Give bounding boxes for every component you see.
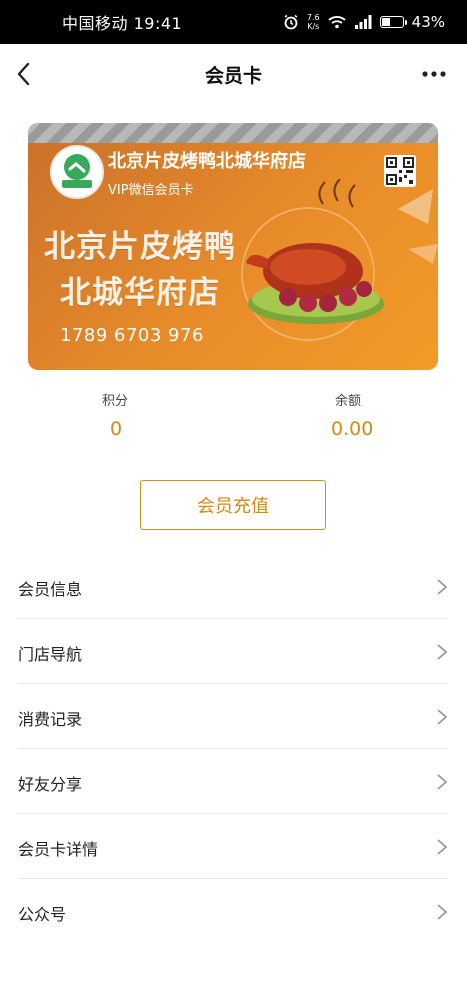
more-icon[interactable] [421,66,447,80]
menu-item-label: 好友分享 [18,775,83,794]
net-speed: 7.6 K/s [307,13,320,31]
menu-item-label: 消费记录 [18,710,83,729]
menu-item-member-info[interactable]: 会员信息 [18,554,448,619]
status-bar: 中国移动 19:41 7.6 K/s 43% [0,0,467,44]
menu-item-store-navigation[interactable]: 门店导航 [18,619,448,684]
menu-list: 会员信息 门店导航 消费记录 好友分享 会员卡详情 公众号 [0,554,467,944]
balance-value[interactable]: 0.00 [331,418,373,440]
menu-item-label: 会员卡详情 [18,840,99,859]
alarm-icon [283,14,299,30]
battery-icon [379,16,407,28]
carrier-time: 中国移动 19:41 [62,14,183,33]
page-title: 会员卡 [204,64,262,87]
chevron-right-icon [437,839,448,855]
chevron-right-icon [437,644,448,660]
menu-item-label: 门店导航 [18,645,83,664]
card-stripe [28,123,438,143]
card-store-name: 北京片皮烤鸭北城华府店 [108,151,306,172]
menu-item-label: 公众号 [18,905,67,924]
back-icon[interactable] [14,60,38,88]
menu-item-consumption-records[interactable]: 消费记录 [18,684,448,749]
chevron-right-icon [437,774,448,790]
store-logo [50,145,104,199]
battery-percent: 43% [411,13,445,31]
status-icons: 7.6 K/s 43% [283,13,445,31]
card-banner-line2: 北城华府店 [60,275,220,311]
net-speed-unit: K/s [307,22,320,31]
net-speed-value: 7.6 [306,13,320,22]
chevron-right-icon [437,579,448,595]
recharge-button[interactable]: 会员充值 [140,480,326,530]
nav-bar: 会员卡 [0,44,467,104]
chevron-right-icon [437,709,448,725]
points-label: 积分 [102,394,129,409]
card-level: VIP微信会员卡 [108,183,194,198]
menu-item-share-with-friends[interactable]: 好友分享 [18,749,448,814]
menu-item-label: 会员信息 [18,580,83,599]
menu-item-official-account[interactable]: 公众号 [18,879,448,944]
membership-card[interactable]: 北京片皮烤鸭北城华府店 VIP微信会员卡 北京片皮烤鸭 北城华府店 1789 6… [28,123,438,370]
chevron-right-icon [437,904,448,920]
balance-label: 余额 [335,394,362,409]
card-number: 1789 6703 976 [60,325,204,346]
roast-duck-illustration [241,179,438,341]
menu-item-card-details[interactable]: 会员卡详情 [18,814,448,879]
points-value[interactable]: 0 [110,418,122,440]
card-banner-line1: 北京片皮烤鸭 [44,229,236,265]
wifi-icon [328,15,346,29]
battery-fill [381,18,390,26]
signal-icon [354,15,372,29]
